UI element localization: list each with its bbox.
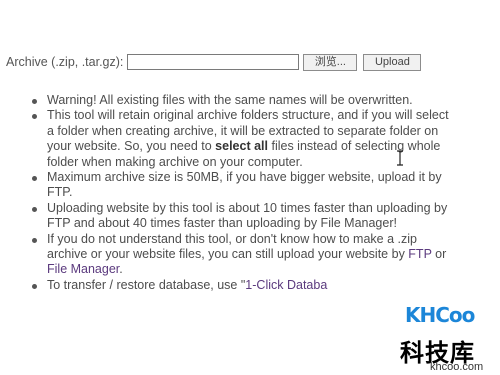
note-text: your website. So, you need to select all…	[47, 139, 498, 154]
note-text-part: To transfer / restore database, use "	[47, 277, 246, 292]
note-text: archive or your website files, you can s…	[47, 247, 498, 262]
note-text: Uploading website by this tool is about …	[47, 200, 448, 215]
one-click-database-link[interactable]: 1-Click Databa	[245, 278, 327, 292]
note-text: FTP and about 40 times faster than uploa…	[47, 216, 397, 231]
list-item: Warning! All existing files with the sam…	[28, 93, 498, 108]
list-item: This tool will retain original archive f…	[28, 108, 498, 170]
upload-button[interactable]: Upload	[363, 53, 422, 71]
archive-label: Archive (.zip, .tar.gz):	[6, 55, 124, 69]
note-text-part: archive or your website files, you can s…	[47, 247, 409, 262]
note-text: This tool will retain original archive f…	[47, 108, 449, 123]
file-manager-link[interactable]: File Manager	[47, 262, 119, 276]
note-text: Maximum archive size is 50MB, if you hav…	[47, 170, 442, 185]
note-text: If you do not understand this tool, or d…	[47, 231, 417, 246]
archive-file-input[interactable]	[127, 54, 300, 70]
note-text-part: .	[119, 262, 123, 277]
khcoo-logo: KHCoo	[405, 303, 475, 327]
archive-upload-row: Archive (.zip, .tar.gz): 浏览... Upload	[6, 52, 422, 72]
text-cursor-icon	[397, 150, 403, 166]
note-text: FTP.	[47, 185, 73, 200]
list-item: Uploading website by this tool is about …	[28, 201, 498, 232]
watermark-site-text: khcoo.com	[430, 361, 484, 373]
note-text: folder when making archive on your compu…	[47, 154, 303, 169]
ftp-link[interactable]: FTP	[408, 247, 431, 261]
note-text: a folder when creating archive, it will …	[47, 123, 439, 138]
browse-button[interactable]: 浏览...	[303, 53, 358, 71]
note-bold-text: select all	[215, 139, 268, 154]
note-text-part: your website. So, you need to	[47, 139, 216, 154]
note-text: Warning! All existing files with the sam…	[47, 93, 413, 107]
note-text-part: or	[431, 247, 447, 262]
note-text-part: files instead of selecting whole	[268, 139, 441, 154]
list-item: Maximum archive size is 50MB, if you hav…	[28, 170, 498, 201]
